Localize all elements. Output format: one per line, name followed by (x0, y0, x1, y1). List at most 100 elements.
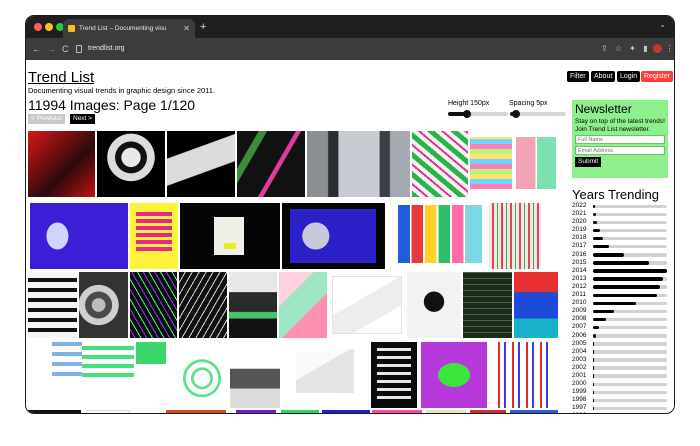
menu-kebab-icon[interactable]: ⋮ (665, 44, 674, 53)
sidebar-icon[interactable]: ▮ (641, 44, 650, 53)
height-slider[interactable] (448, 110, 508, 118)
year-trend-row[interactable]: 2012 (572, 283, 672, 291)
email-input[interactable] (575, 146, 665, 155)
next-page-button[interactable]: Next > (70, 114, 95, 124)
poster-thumbnail[interactable] (470, 410, 506, 413)
poster-thumbnail[interactable] (130, 203, 178, 269)
year-trend-row[interactable]: 2006 (572, 332, 672, 340)
poster-thumbnail[interactable] (97, 131, 165, 197)
poster-thumbnail[interactable] (86, 410, 130, 413)
poster-thumbnail[interactable] (230, 342, 280, 408)
poster-thumbnail[interactable] (28, 410, 81, 413)
year-trend-row[interactable]: 2008 (572, 315, 672, 323)
new-tab-button[interactable]: + (200, 19, 206, 35)
tab-search-chevron-icon[interactable]: ⌄ (659, 20, 666, 29)
year-trend-row[interactable]: 2007 (572, 323, 672, 331)
close-window-dot[interactable] (34, 23, 42, 31)
poster-thumbnail[interactable] (167, 131, 235, 197)
poster-thumbnail[interactable] (514, 272, 558, 338)
forward-button[interactable]: → (47, 42, 56, 56)
year-trend-row[interactable]: 2004 (572, 348, 672, 356)
close-tab-icon[interactable]: ✕ (183, 19, 190, 38)
year-trend-row[interactable]: 2016 (572, 251, 672, 259)
share-icon[interactable]: ⇪ (600, 44, 609, 53)
year-trend-row[interactable]: 1999 (572, 388, 672, 396)
year-trend-row[interactable]: 2014 (572, 267, 672, 275)
poster-thumbnail[interactable] (510, 410, 558, 413)
poster-thumbnail[interactable] (180, 203, 280, 269)
year-trend-row[interactable]: 2002 (572, 364, 672, 372)
reload-button[interactable]: C (62, 42, 69, 56)
year-trend-row[interactable]: 1998 (572, 396, 672, 404)
poster-thumbnail[interactable] (398, 205, 482, 263)
poster-thumbnail[interactable] (282, 203, 385, 269)
poster-thumbnail[interactable] (322, 410, 370, 413)
poster-thumbnail[interactable] (28, 272, 77, 338)
poster-thumbnail[interactable] (492, 342, 548, 408)
poster-thumbnail[interactable] (407, 272, 461, 338)
poster-thumbnail[interactable] (229, 272, 277, 338)
year-trend-row[interactable]: 2011 (572, 291, 672, 299)
year-trend-row[interactable]: 2020 (572, 218, 672, 226)
poster-thumbnail[interactable] (179, 272, 227, 338)
year-trend-row[interactable]: 2017 (572, 242, 672, 250)
year-trend-bar-fill (593, 350, 595, 354)
login-button[interactable]: Login (617, 71, 641, 82)
year-trend-row[interactable]: 2013 (572, 275, 672, 283)
poster-thumbnail[interactable] (176, 342, 228, 408)
spacing-slider[interactable] (510, 110, 566, 118)
year-trend-row[interactable]: 1997 (572, 404, 672, 412)
poster-thumbnail[interactable] (296, 349, 354, 393)
poster-thumbnail[interactable] (136, 342, 166, 364)
browser-tab[interactable]: Trend List – Documenting visu ✕ (63, 19, 195, 38)
previous-page-button[interactable]: < Previous (28, 114, 65, 124)
poster-thumbnail[interactable] (307, 131, 410, 197)
extensions-icon[interactable]: ✦ (628, 44, 637, 53)
year-trend-row[interactable]: 2005 (572, 340, 672, 348)
back-button[interactable]: ← (32, 42, 41, 56)
year-trend-row[interactable]: 2000 (572, 380, 672, 388)
filter-button[interactable]: Filter (567, 71, 589, 82)
year-trend-row[interactable]: 2010 (572, 299, 672, 307)
poster-thumbnail[interactable] (237, 131, 305, 197)
year-trend-row[interactable]: 2003 (572, 356, 672, 364)
poster-thumbnail[interactable] (470, 137, 512, 189)
poster-thumbnail[interactable] (371, 342, 417, 408)
bookmark-star-icon[interactable]: ☆ (614, 44, 623, 53)
newsletter-submit-button[interactable]: Submit (575, 157, 602, 167)
year-trend-row[interactable]: 2009 (572, 307, 672, 315)
poster-thumbnail[interactable] (372, 410, 422, 413)
poster-thumbnail[interactable] (82, 342, 134, 382)
poster-thumbnail[interactable] (332, 276, 402, 334)
poster-thumbnail[interactable] (279, 272, 327, 338)
minimize-window-dot[interactable] (45, 23, 53, 31)
poster-thumbnail[interactable] (236, 410, 276, 413)
profile-avatar-icon[interactable] (653, 44, 662, 53)
about-button[interactable]: About (591, 71, 616, 82)
poster-thumbnail[interactable] (130, 272, 177, 338)
year-trend-row[interactable]: 2019 (572, 226, 672, 234)
year-trend-row[interactable]: 1996 (572, 412, 672, 413)
poster-thumbnail[interactable] (79, 272, 128, 338)
poster-thumbnail[interactable] (463, 272, 512, 338)
height-slider-knob[interactable] (463, 110, 472, 118)
year-trend-row[interactable]: 2015 (572, 259, 672, 267)
spacing-slider-knob[interactable] (511, 110, 520, 118)
poster-thumbnail[interactable] (421, 342, 487, 408)
poster-thumbnail[interactable] (412, 131, 468, 197)
year-trend-row[interactable]: 2021 (572, 210, 672, 218)
poster-thumbnail[interactable] (281, 410, 319, 413)
poster-thumbnail[interactable] (489, 203, 541, 269)
poster-thumbnail[interactable] (30, 203, 128, 269)
poster-thumbnail[interactable] (426, 410, 466, 413)
poster-thumbnail[interactable] (28, 131, 95, 197)
poster-thumbnail[interactable] (516, 137, 556, 189)
year-trend-row[interactable]: 2022 (572, 202, 672, 210)
year-trend-row[interactable]: 2018 (572, 234, 672, 242)
address-bar[interactable]: trendlist.org (76, 42, 596, 56)
register-button[interactable]: Register (641, 71, 674, 82)
site-title-link[interactable]: Trend List (28, 69, 94, 86)
full-name-input[interactable] (575, 135, 665, 144)
poster-thumbnail[interactable] (166, 410, 226, 413)
year-trend-row[interactable]: 2001 (572, 372, 672, 380)
